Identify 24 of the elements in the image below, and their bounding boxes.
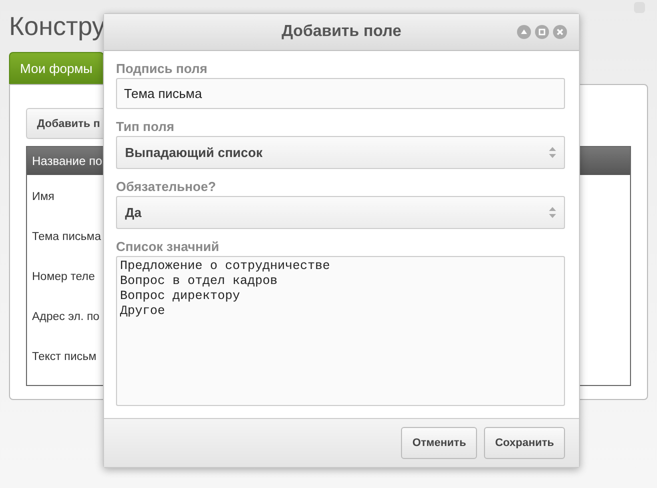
textarea-field[interactable]: Предложение о сотрудничестве Вопрос в отдел кадров Вопрос директору Другое: [116, 256, 565, 406]
column-header: Название по: [32, 154, 102, 168]
add-button[interactable]: Добавить п: [26, 108, 103, 139]
field-label: Тип поля: [116, 119, 176, 134]
updown-icon: [549, 147, 556, 158]
collapse-icon[interactable]: [517, 25, 531, 39]
table-cell-text: Имя: [31, 190, 54, 205]
dialog-button[interactable]: Сохранить: [484, 427, 565, 459]
table-cell-text: Тема письма: [31, 230, 101, 245]
table-cell-text: Номер теле: [31, 270, 95, 285]
select-field[interactable]: Выпадающий список: [116, 136, 565, 169]
field-label: Список значний: [116, 239, 220, 254]
table-cell-text: Адрес эл. по: [31, 310, 100, 325]
field-label: Обязательное?: [116, 179, 217, 194]
updown-icon: [549, 207, 556, 218]
dialog-title: Добавить поле: [282, 23, 402, 41]
maximize-icon[interactable]: [535, 25, 549, 39]
close-icon[interactable]: [553, 25, 567, 39]
select-field[interactable]: Да: [116, 196, 565, 229]
table-cell-text: Текст письм: [31, 350, 96, 365]
field-label: Подпись поля: [116, 61, 208, 76]
page-title: Констру: [9, 12, 106, 43]
input-field[interactable]: Тема письма: [116, 78, 565, 109]
dialog-button[interactable]: Отменить: [401, 427, 478, 459]
